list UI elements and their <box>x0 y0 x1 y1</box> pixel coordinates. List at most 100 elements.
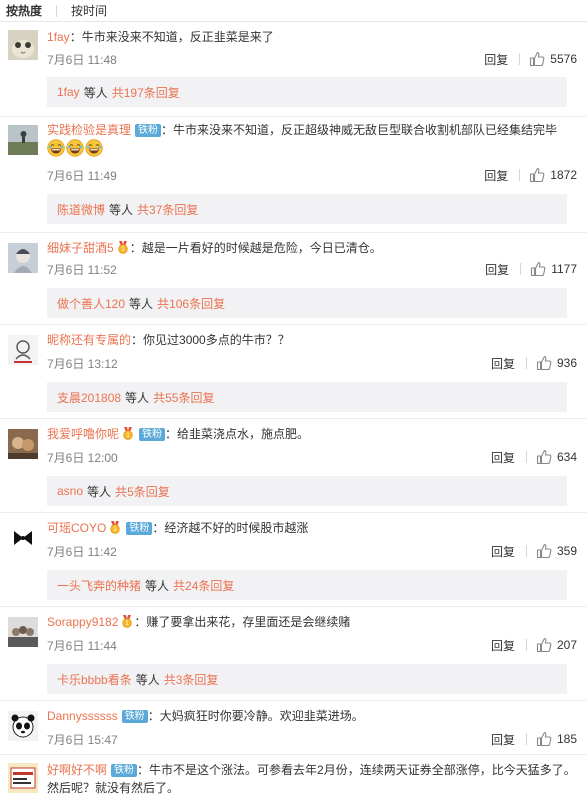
total-prefix: 共 <box>137 202 150 217</box>
others-label: 等人 <box>135 672 160 687</box>
comment-item: 我爱呼噜你呢 铁粉 ：给韭菜浇点水，施点肥。 7月6日 12:00 回复 634 a… <box>0 419 587 513</box>
reply-button[interactable]: 回复 <box>491 355 515 372</box>
like-button[interactable]: 936 <box>536 355 577 371</box>
avatar[interactable] <box>8 617 38 647</box>
sub-replies-summary[interactable]: 卡乐bbbb看条 等人 共3条回复 <box>47 664 567 694</box>
others-label: 等人 <box>145 578 170 593</box>
comment-text: 赚了要拿出来花，存里面还是会继续赌 <box>146 615 351 629</box>
comment-time: 7月6日 11:52 <box>47 262 117 277</box>
comment-username[interactable]: 可瑶COYO <box>47 521 106 535</box>
laughing-emoji-icon <box>85 139 103 157</box>
like-button[interactable]: 207 <box>536 637 577 653</box>
colon: ： <box>131 333 144 347</box>
total-prefix: 共 <box>163 672 176 687</box>
comment-meta: 7月6日 13:12 回复 936 <box>47 354 577 372</box>
divider <box>525 451 527 463</box>
sub-reply-count: 197 <box>123 85 144 100</box>
thumbs-up-icon <box>536 731 552 747</box>
colon: ： <box>129 241 142 255</box>
sub-reply-user[interactable]: asno <box>57 484 83 498</box>
avatar[interactable] <box>8 335 38 365</box>
sub-replies-summary[interactable]: 支晨201808 等人 共55条回复 <box>47 382 567 412</box>
comment-time: 7月6日 11:49 <box>47 168 117 183</box>
comment-text: 经济越不好的时候股市越涨 <box>164 521 309 535</box>
avatar[interactable] <box>8 125 38 155</box>
total-prefix: 共 <box>157 296 170 311</box>
sub-reply-user[interactable]: 1fay <box>57 85 80 99</box>
sub-reply-user[interactable]: 陈道微博 <box>57 201 105 218</box>
avatar[interactable] <box>8 30 38 60</box>
colon: ： <box>69 30 82 44</box>
comment-username[interactable]: 昵称还有专属的 <box>47 333 131 347</box>
sub-reply-total[interactable]: 共106条回复 <box>157 295 225 312</box>
reply-button[interactable]: 回复 <box>491 449 515 466</box>
sub-reply-total[interactable]: 共3条回复 <box>164 671 219 688</box>
sub-reply-total[interactable]: 共197条回复 <box>112 84 180 101</box>
reply-button[interactable]: 回复 <box>484 167 508 184</box>
fan-badge: 铁粉 <box>135 124 162 137</box>
reply-button[interactable]: 回复 <box>485 261 509 278</box>
comment-username[interactable]: Sorappy9182 <box>47 615 118 629</box>
reply-button[interactable]: 回复 <box>484 51 508 68</box>
reply-button[interactable]: 回复 <box>491 637 515 654</box>
sub-reply-total[interactable]: 共24条回复 <box>173 577 234 594</box>
comment-username[interactable]: 实践检验是真理 <box>47 123 131 137</box>
avatar[interactable] <box>8 523 38 553</box>
like-button[interactable]: 1177 <box>530 261 577 277</box>
medal-icon <box>121 426 135 440</box>
sub-replies-summary[interactable]: 一头飞奔的种猪 等人 共24条回复 <box>47 570 567 600</box>
sub-reply-count: 5 <box>127 484 134 499</box>
like-button[interactable]: 1872 <box>529 167 577 183</box>
comment-username[interactable]: 细妹子甜酒5 <box>47 241 114 255</box>
comment-meta: 7月6日 11:49 回复 1872 <box>47 166 577 184</box>
comment-time: 7月6日 13:12 <box>47 356 118 371</box>
like-button[interactable]: 359 <box>536 543 577 559</box>
sub-replies-summary[interactable]: 做个善人120 等人 共106条回复 <box>47 288 567 318</box>
like-count: 359 <box>556 544 577 558</box>
total-suffix: 条回复 <box>143 85 180 100</box>
sub-reply-user[interactable]: 一头飞奔的种猪 <box>57 577 141 594</box>
total-suffix: 条回复 <box>133 484 170 499</box>
comment-username[interactable]: 我爱呼噜你呢 <box>47 427 119 441</box>
colon: ： <box>147 709 160 723</box>
total-prefix: 共 <box>153 390 166 405</box>
comment-body: 我爱呼噜你呢 铁粉 ：给韭菜浇点水，施点肥。 <box>47 425 577 443</box>
sub-replies-summary[interactable]: 陈道微博 等人 共37条回复 <box>47 194 567 224</box>
like-button[interactable]: 5576 <box>529 51 577 67</box>
sub-reply-user[interactable]: 支晨201808 <box>57 389 121 406</box>
thumbs-up-icon <box>529 167 545 183</box>
total-prefix: 共 <box>115 484 128 499</box>
avatar[interactable] <box>8 429 38 459</box>
others-label: 等人 <box>83 85 108 100</box>
fan-badge: 铁粉 <box>121 710 148 723</box>
avatar[interactable] <box>8 711 38 741</box>
like-button[interactable]: 185 <box>536 731 577 747</box>
like-button[interactable]: 634 <box>536 449 577 465</box>
comment-username[interactable]: Dannyssssss <box>47 709 118 723</box>
sort-by-time-tab[interactable]: 按时间 <box>71 2 107 19</box>
comment-body: Dannyssssss 铁粉 ：大妈疯狂时你要冷静。欢迎韭菜进场。 <box>47 707 577 725</box>
comment-body: 实践检验是真理 铁粉 ：牛市来没来不知道，反正超级神威无敌巨型联合收割机部队已经集结… <box>47 121 577 158</box>
avatar[interactable] <box>8 763 38 793</box>
comment-text: 大妈疯狂时你要冷静。欢迎韭菜进场。 <box>159 709 364 723</box>
sort-by-hot-tab[interactable]: 按热度 <box>6 2 42 19</box>
divider <box>525 545 527 557</box>
reply-button[interactable]: 回复 <box>491 731 515 748</box>
avatar[interactable] <box>8 243 38 273</box>
comment-username[interactable]: 好啊好不啊 <box>47 763 107 777</box>
sub-reply-total[interactable]: 共37条回复 <box>137 201 198 218</box>
sub-replies-summary[interactable]: 1fay 等人 共197条回复 <box>47 77 567 107</box>
comment-meta: 7月6日 11:48 回复 5576 <box>47 50 577 68</box>
sub-reply-total[interactable]: 共5条回复 <box>115 483 170 500</box>
sub-reply-user[interactable]: 做个善人120 <box>57 295 125 312</box>
comment-username[interactable]: 1fay <box>47 30 70 44</box>
comment-meta: 7月6日 12:00 回复 634 <box>47 448 577 466</box>
total-suffix: 条回复 <box>178 390 215 405</box>
reply-button[interactable]: 回复 <box>491 543 515 560</box>
sub-reply-user[interactable]: 卡乐bbbb看条 <box>57 671 132 688</box>
sub-replies-summary[interactable]: asno 等人 共5条回复 <box>47 476 567 506</box>
divider <box>520 263 522 275</box>
divider <box>519 169 521 181</box>
total-suffix: 条回复 <box>189 296 226 311</box>
sub-reply-total[interactable]: 共55条回复 <box>153 389 214 406</box>
